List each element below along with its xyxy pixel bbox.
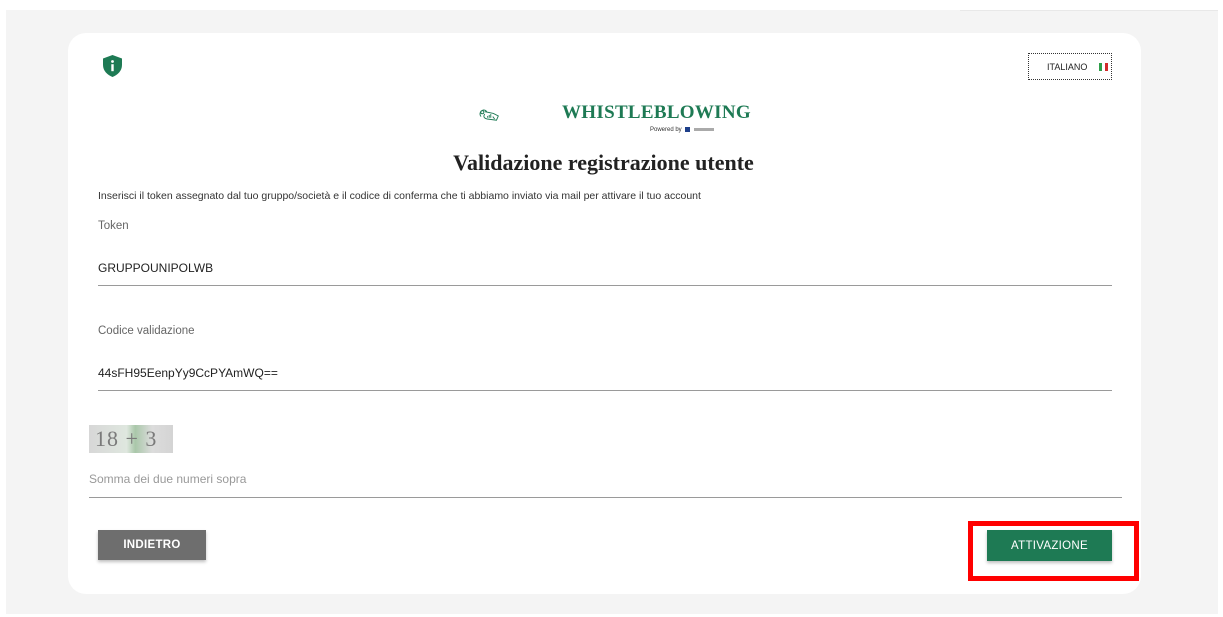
- brand-mark-icon: [685, 127, 691, 132]
- italy-flag-icon: [1099, 62, 1109, 71]
- activate-button[interactable]: ATTIVAZIONE: [987, 530, 1112, 561]
- page-title-wrap: Validazione registrazione utente: [0, 150, 1223, 176]
- language-selector[interactable]: ITALIANO: [1028, 53, 1112, 80]
- captcha-image: 18 + 3: [89, 425, 173, 453]
- powered-by-label: Powered by: [650, 127, 715, 133]
- page-title: Validazione registrazione utente: [453, 150, 754, 175]
- captcha-input[interactable]: Somma dei due numeri sopra: [89, 472, 246, 486]
- language-label: ITALIANO: [1047, 61, 1088, 72]
- instructions-text: Inserisci il token assegnato dal tuo gru…: [98, 190, 701, 202]
- token-input[interactable]: GRUPPOUNIPOLWB: [98, 261, 213, 275]
- token-label: Token: [98, 220, 129, 232]
- captcha-input-underline: [89, 497, 1122, 498]
- whistle-logo-icon: [479, 109, 499, 121]
- logo-title: WHISTLEBLOWING: [562, 102, 751, 123]
- back-button[interactable]: INDIETRO: [98, 530, 206, 560]
- code-label: Codice validazione: [98, 325, 195, 337]
- top-divider: [960, 10, 1218, 11]
- code-input[interactable]: 44sFH95EenpYy9CcPYAmWQ==: [98, 366, 278, 380]
- code-input-underline: [98, 390, 1112, 391]
- shield-info-icon: [103, 55, 122, 77]
- token-input-underline: [98, 285, 1112, 286]
- brand-wordmark-icon: [694, 128, 715, 131]
